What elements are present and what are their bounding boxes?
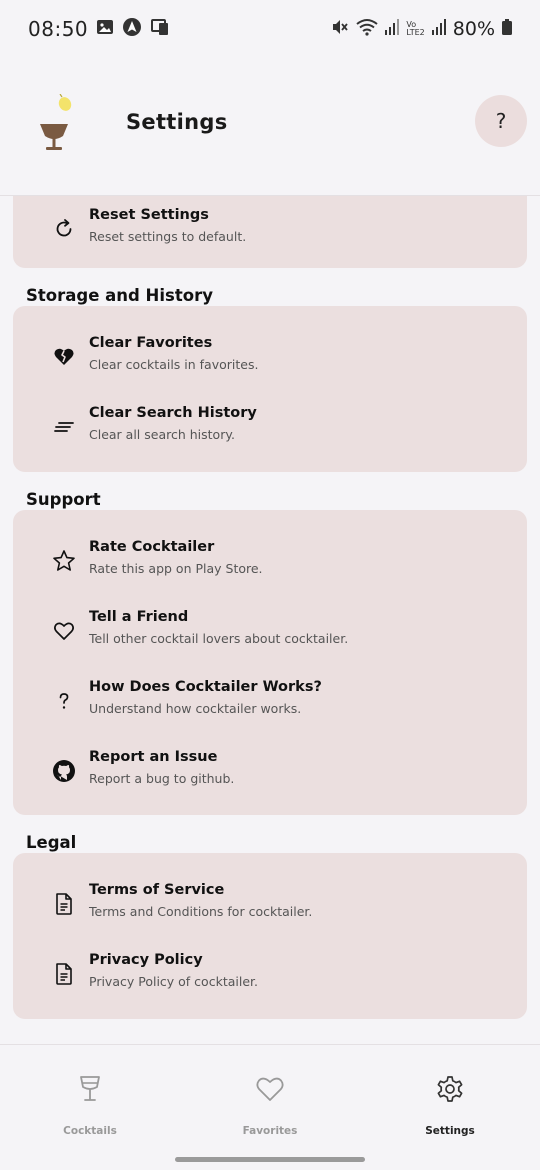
cocktail-glass-icon <box>74 1073 106 1105</box>
document-icon <box>51 961 77 987</box>
tell-a-friend-title: Tell a Friend <box>89 609 189 625</box>
report-issue-subtitle: Report a bug to github. <box>89 771 235 786</box>
status-left: 08:50 <box>28 17 170 41</box>
volte-icon: Vo LTE2 <box>406 21 424 37</box>
general-settings-card: Reset Settings Reset settings to default… <box>13 196 527 268</box>
storage-history-card: Clear Favorites Clear cocktails in favor… <box>13 306 527 472</box>
terms-of-service-title: Terms of Service <box>89 882 225 898</box>
reset-settings-subtitle: Reset settings to default. <box>89 229 247 244</box>
heart-outline-icon <box>254 1073 286 1105</box>
tell-a-friend-subtitle: Tell other cocktail lovers about cocktai… <box>89 631 349 646</box>
app-logo <box>34 93 74 154</box>
nav-favorites-label: Favorites <box>242 1125 298 1137</box>
clear-lines-icon <box>51 414 77 440</box>
legal-card: Terms of Service Terms and Conditions fo… <box>13 853 527 1019</box>
github-icon <box>51 758 77 784</box>
report-issue-title: Report an Issue <box>89 749 218 765</box>
nav-cocktails[interactable]: Cocktails <box>0 1045 180 1155</box>
nav-cocktails-label: Cocktails <box>63 1125 117 1137</box>
reset-settings-title: Reset Settings <box>89 207 209 223</box>
rate-cocktailer-item[interactable]: Rate Cocktailer Rate this app on Play St… <box>13 534 527 594</box>
rate-cocktailer-title: Rate Cocktailer <box>89 539 215 555</box>
report-issue-item[interactable]: Report an Issue Report a bug to github. <box>13 744 527 804</box>
signal-icon <box>385 19 400 39</box>
battery-icon <box>502 19 512 39</box>
status-bar: 08:50 Vo LTE2 80% <box>0 0 540 58</box>
navigation-notification-icon <box>122 17 142 41</box>
how-it-works-title: How Does Cocktailer Works? <box>89 679 322 695</box>
volte-label-bottom: LTE2 <box>406 28 425 37</box>
settings-content[interactable]: Reset Settings Reset settings to default… <box>0 196 540 1044</box>
app-header: Settings ? <box>0 58 540 196</box>
reset-settings-item[interactable]: Reset Settings Reset settings to default… <box>13 202 527 262</box>
tell-a-friend-item[interactable]: Tell a Friend Tell other cocktail lovers… <box>13 604 527 664</box>
document-icon <box>51 891 77 917</box>
terms-of-service-subtitle: Terms and Conditions for cocktailer. <box>89 904 313 919</box>
battery-percent: 80% <box>452 18 495 40</box>
help-button[interactable]: ? <box>475 95 527 147</box>
privacy-policy-subtitle: Privacy Policy of cocktailer. <box>89 974 258 989</box>
clear-favorites-subtitle: Clear cocktails in favorites. <box>89 357 259 372</box>
how-it-works-item[interactable]: How Does Cocktailer Works? Understand ho… <box>13 674 527 734</box>
section-title-storage: Storage and History <box>26 286 213 305</box>
star-icon <box>51 548 77 574</box>
section-title-legal: Legal <box>26 833 77 852</box>
reset-icon <box>51 216 77 242</box>
wifi-icon <box>356 18 378 40</box>
status-right: Vo LTE2 80% <box>331 18 512 40</box>
how-it-works-subtitle: Understand how cocktailer works. <box>89 701 302 716</box>
terms-of-service-item[interactable]: Terms of Service Terms and Conditions fo… <box>13 877 527 937</box>
page-title: Settings <box>126 110 228 134</box>
status-time: 08:50 <box>28 17 89 41</box>
clear-search-history-subtitle: Clear all search history. <box>89 427 235 442</box>
mute-icon <box>331 18 349 40</box>
privacy-policy-title: Privacy Policy <box>89 952 203 968</box>
gallery-notification-icon <box>96 18 114 40</box>
section-title-support: Support <box>26 490 101 509</box>
nav-favorites[interactable]: Favorites <box>180 1045 360 1155</box>
nav-settings-label: Settings <box>425 1125 475 1137</box>
cast-notification-icon <box>150 17 170 41</box>
privacy-policy-item[interactable]: Privacy Policy Privacy Policy of cocktai… <box>13 947 527 1007</box>
broken-heart-icon <box>51 344 77 370</box>
gear-icon <box>434 1073 466 1105</box>
nav-settings[interactable]: Settings <box>360 1045 540 1155</box>
clear-favorites-title: Clear Favorites <box>89 335 213 351</box>
signal-2-icon <box>431 19 446 39</box>
clear-search-history-item[interactable]: Clear Search History Clear all search hi… <box>13 400 527 460</box>
clear-favorites-item[interactable]: Clear Favorites Clear cocktails in favor… <box>13 330 527 390</box>
question-icon <box>51 688 77 714</box>
support-card: Rate Cocktailer Rate this app on Play St… <box>13 510 527 815</box>
clear-search-history-title: Clear Search History <box>89 405 257 421</box>
bottom-nav: Cocktails Favorites Settings <box>0 1044 540 1170</box>
home-indicator[interactable] <box>175 1157 365 1162</box>
rate-cocktailer-subtitle: Rate this app on Play Store. <box>89 561 263 576</box>
heart-icon <box>51 618 77 644</box>
